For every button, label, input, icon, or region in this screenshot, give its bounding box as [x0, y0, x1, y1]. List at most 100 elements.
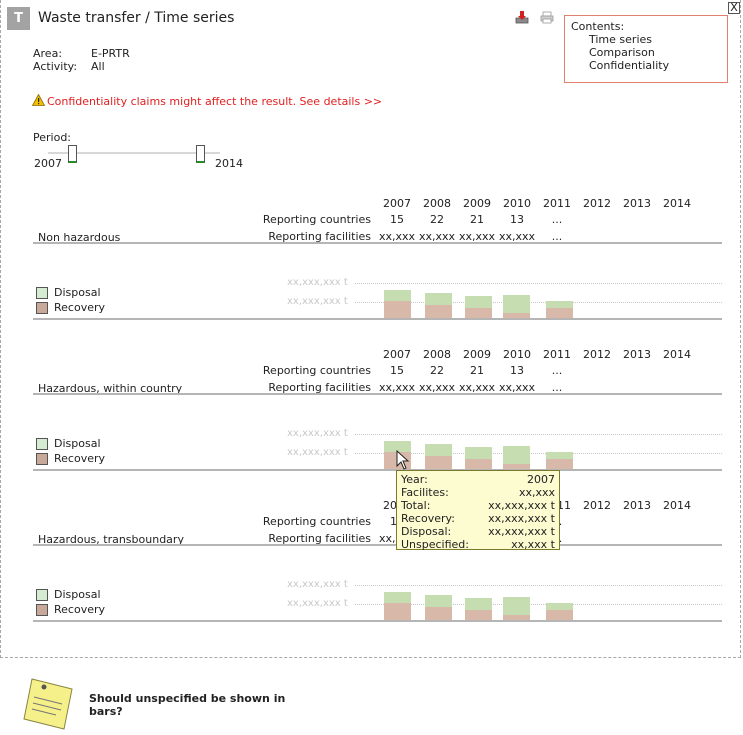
tooltip-row-value: xx,xxx t [511, 538, 555, 551]
bar-recovery-segment [384, 603, 411, 620]
year-header: 2013 [623, 499, 651, 512]
activity-label: Activity: [33, 60, 78, 73]
area-value: E-PRTR [91, 47, 130, 60]
bar-tooltip: Year: 2007 Facilites: xx,xxx Total: xx,xxx,… [396, 470, 560, 551]
bar-disposal-segment [425, 444, 452, 456]
year-header: 2010 [503, 197, 531, 210]
tooltip-row: Total: xx,xxx,xxx t [401, 499, 555, 512]
tooltip-row-label: Total: [401, 499, 431, 512]
bar-recovery-segment [465, 610, 492, 620]
reporting-countries-label: Reporting countries [262, 364, 371, 377]
section-bottom-divider [33, 620, 722, 622]
chart-bar[interactable] [546, 603, 573, 620]
bar-disposal-segment [546, 452, 573, 459]
chart-bar[interactable] [546, 452, 573, 469]
tooltip-row: Recovery: xx,xxx,xxx t [401, 512, 555, 525]
bar-recovery-segment [425, 456, 452, 469]
activity-value: All [91, 60, 105, 73]
tooltip-row-label: Recovery: [401, 512, 455, 525]
legend-disposal-label: Disposal [54, 286, 101, 299]
bar-disposal-segment [425, 293, 452, 305]
bar-recovery-segment [384, 301, 411, 318]
period-start-label: 2007 [34, 157, 62, 170]
year-header: 2013 [623, 197, 651, 210]
chart-bar[interactable] [503, 597, 530, 620]
year-header: 2012 [583, 348, 611, 361]
bar-disposal-segment [384, 592, 411, 603]
year-header: 2009 [463, 348, 491, 361]
chart-bar[interactable] [503, 446, 530, 469]
print-icon[interactable] [540, 11, 554, 24]
legend-recovery-label: Recovery [54, 452, 106, 465]
year-header: 2007 [383, 197, 411, 210]
bar-recovery-segment [425, 305, 452, 318]
tooltip-row-value: xx,xxx,xxx t [488, 525, 555, 538]
chart-bar[interactable] [425, 595, 452, 620]
chart-bar[interactable] [425, 293, 452, 318]
legend-recovery-label: Recovery [54, 301, 106, 314]
sticky-note-icon [23, 678, 73, 730]
confidentiality-warning-link[interactable]: Confidentiality claims might affect the … [47, 95, 382, 108]
axis-ghost-label: xx,xxx,xxx t [287, 428, 348, 439]
chart-bar[interactable] [384, 290, 411, 318]
period-end-handle[interactable] [196, 145, 205, 163]
warning-icon [32, 94, 45, 106]
country-count: 13 [510, 213, 524, 226]
tooltip-row-value: xx,xxx [518, 486, 555, 499]
legend-recovery-swatch [36, 453, 48, 465]
axis-ghost-label: xx,xxx,xxx t [287, 447, 348, 458]
tooltip-row-value: xx,xxx,xxx t [488, 499, 555, 512]
chart-bar[interactable] [465, 296, 492, 318]
axis-ghost-label: xx,xxx,xxx t [287, 296, 348, 307]
year-header: 2008 [423, 197, 451, 210]
year-header: 2014 [663, 197, 691, 210]
title-badge: T [7, 7, 30, 30]
country-count: 22 [430, 213, 444, 226]
bar-disposal-segment [503, 295, 530, 313]
legend-disposal-swatch [36, 438, 48, 450]
legend-disposal-swatch [36, 287, 48, 299]
section-divider [33, 393, 722, 395]
country-count: ... [551, 213, 563, 226]
section-bottom-divider [33, 318, 722, 320]
contents-item-time-series[interactable]: Time series [589, 33, 721, 46]
axis-ghost-label: xx,xxx,xxx t [287, 277, 348, 288]
bar-recovery-segment [425, 607, 452, 620]
contents-item-confidentiality[interactable]: Confidentiality [589, 59, 721, 72]
legend-disposal-label: Disposal [54, 437, 101, 450]
chart-bar[interactable] [465, 598, 492, 620]
year-header: 2011 [543, 197, 571, 210]
country-count: 21 [470, 364, 484, 377]
chart-bar[interactable] [503, 295, 530, 318]
download-icon[interactable] [515, 10, 529, 24]
chart-bar[interactable] [384, 592, 411, 620]
axis-ghost-label: xx,xxx,xxx t [287, 579, 348, 590]
country-count: 15 [390, 364, 404, 377]
page-title: Waste transfer / Time series [38, 10, 235, 26]
bar-disposal-segment [465, 447, 492, 459]
section-divider [33, 544, 722, 546]
bar-disposal-segment [425, 595, 452, 607]
year-header: 2008 [423, 348, 451, 361]
chart-bar[interactable] [546, 301, 573, 318]
mouse-cursor-icon [396, 450, 410, 470]
legend-recovery-label: Recovery [54, 603, 106, 616]
country-count: 13 [510, 364, 524, 377]
contents-box: Contents: Time series Comparison Confide… [564, 15, 728, 83]
bar-disposal-segment [465, 598, 492, 610]
close-button[interactable]: X [728, 2, 740, 14]
bar-recovery-segment [546, 308, 573, 318]
bar-recovery-segment [465, 308, 492, 318]
tooltip-row-label: Unspecified: [401, 538, 469, 551]
reporting-countries-label: Reporting countries [262, 213, 371, 226]
gridline [355, 585, 722, 586]
chart-bar[interactable] [425, 444, 452, 469]
chart-bar[interactable] [465, 447, 492, 469]
contents-item-comparison[interactable]: Comparison [589, 46, 721, 59]
bar-disposal-segment [546, 301, 573, 308]
bar-recovery-segment [465, 459, 492, 469]
country-count: ... [551, 364, 563, 377]
period-start-handle[interactable] [68, 145, 77, 163]
legend-recovery-swatch [36, 604, 48, 616]
bar-disposal-segment [384, 290, 411, 301]
